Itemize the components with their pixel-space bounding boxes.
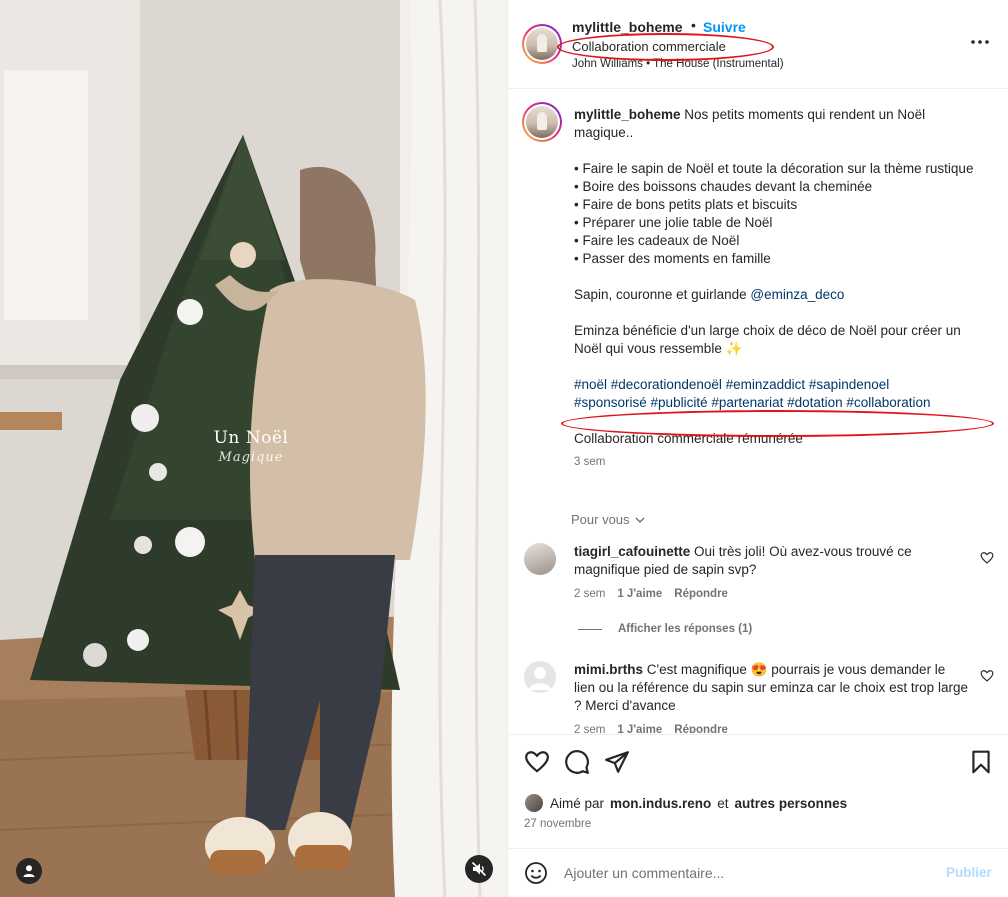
caption-author-avatar[interactable]	[522, 102, 562, 142]
speaker-muted-icon	[471, 861, 487, 877]
for-you-label: Pour vous	[571, 512, 630, 527]
more-options-icon[interactable]	[968, 30, 992, 54]
comment-time: 2 sem	[574, 724, 606, 733]
send-icon[interactable]	[604, 749, 630, 775]
comments-scroll-area[interactable]: mylittle_boheme Nos petits moments qui r…	[508, 90, 1008, 733]
chevron-down-icon	[635, 517, 645, 523]
caption-brand-text: Eminza bénéficie d'un large choix de déc…	[574, 323, 961, 356]
comment-heart-icon[interactable]	[980, 551, 994, 565]
post-side-panel: mylittle_boheme • Suivre Collaboration c…	[507, 0, 1008, 897]
post-header: mylittle_boheme • Suivre Collaboration c…	[508, 0, 1008, 89]
overlay-subtitle: Magique	[218, 450, 284, 465]
comment-meta: 2 sem 1 J'aime Répondre	[574, 588, 728, 600]
commenter-avatar[interactable]	[524, 543, 556, 575]
liked-conj: et	[717, 795, 729, 811]
person-icon	[23, 865, 35, 877]
reply-button[interactable]: Répondre	[674, 724, 728, 733]
publish-button[interactable]: Publier	[946, 865, 992, 880]
paid-partnership-label[interactable]: Collaboration commerciale	[572, 39, 726, 54]
commenter-avatar[interactable]	[524, 661, 556, 693]
comment-text: mimi.brths C'est magnifique 😍 pourrais j…	[574, 661, 969, 715]
smiley-icon[interactable]	[524, 861, 548, 885]
post-actions: Aimé par mon.indus.reno et autres person…	[508, 734, 1008, 849]
paid-partnership-caption: Collaboration commerciale rémunérée	[574, 431, 803, 446]
caption-username[interactable]: mylittle_boheme	[574, 107, 681, 122]
brand-mention-link[interactable]: @eminza_deco	[750, 287, 844, 302]
hashtags-line-1[interactable]: #noël #decorationdenoël #eminzaddict #sa…	[574, 377, 889, 392]
commenter-username[interactable]: mimi.brths	[574, 662, 643, 677]
mute-button[interactable]	[465, 855, 493, 883]
comment-input[interactable]	[564, 860, 934, 886]
comment-heart-icon[interactable]	[980, 669, 994, 683]
liked-prefix: Aimé par	[550, 795, 605, 811]
add-comment-bar: Publier	[508, 848, 1008, 897]
post-date: 27 novembre	[524, 818, 592, 830]
author-avatar[interactable]	[522, 24, 562, 64]
comment-likes[interactable]: 1 J'aime	[617, 724, 662, 733]
caption-bullet: • Faire le sapin de Noël et toute la déc…	[574, 161, 974, 176]
caption-bullet: • Préparer une jolie table de Noël	[574, 215, 773, 230]
caption-time: 3 sem	[574, 456, 606, 468]
post-caption: mylittle_boheme Nos petits moments qui r…	[574, 106, 984, 471]
view-replies-button[interactable]: Afficher les réponses (1)	[578, 623, 752, 635]
follow-button[interactable]: Suivre	[703, 19, 746, 35]
overlay-title: Un Noël	[213, 428, 289, 448]
liker-avatar	[524, 793, 544, 813]
tagged-users-button[interactable]	[16, 858, 42, 884]
view-replies-label: Afficher les réponses (1)	[618, 623, 753, 635]
caption-bullet: • Passer des moments en famille	[574, 251, 771, 266]
comment-likes[interactable]: 1 J'aime	[617, 588, 662, 600]
comment-text: tiagirl_cafouinette Oui très joli! Où av…	[574, 543, 969, 579]
author-username[interactable]: mylittle_boheme	[572, 19, 682, 35]
post-photo	[0, 0, 507, 897]
comment-icon[interactable]	[564, 749, 590, 775]
liked-user[interactable]: mon.indus.reno	[610, 796, 711, 811]
separator-dot: •	[691, 17, 696, 33]
bookmark-icon[interactable]	[968, 749, 994, 775]
audio-track[interactable]: John Williams • The House (Instrumental)	[572, 58, 784, 70]
caption-bullet: • Boire des boissons chaudes devant la c…	[574, 179, 873, 194]
caption-bullet: • Faire de bons petits plats et biscuits	[574, 197, 798, 212]
caption-products: Sapin, couronne et guirlande	[574, 287, 747, 302]
instagram-post-modal: Un Noël Magique mylittle_boheme • Suivre	[0, 0, 1008, 897]
heart-icon[interactable]	[524, 749, 550, 775]
comment-meta: 2 sem 1 J'aime Répondre	[574, 724, 728, 733]
likes-summary[interactable]: Aimé par mon.indus.reno et autres person…	[524, 793, 847, 813]
reply-button[interactable]: Répondre	[674, 588, 728, 600]
hashtags-line-2[interactable]: #sponsorisé #publicité #partenariat #dot…	[574, 395, 931, 410]
comment-time: 2 sem	[574, 588, 606, 600]
for-you-filter[interactable]: Pour vous	[571, 512, 646, 527]
default-avatar-icon	[529, 667, 551, 690]
liked-others[interactable]: autres personnes	[735, 796, 848, 811]
caption-bullet: • Faire les cadeaux de Noël	[574, 233, 740, 248]
post-media[interactable]: Un Noël Magique	[0, 0, 507, 897]
commenter-username[interactable]: tiagirl_cafouinette	[574, 544, 690, 559]
